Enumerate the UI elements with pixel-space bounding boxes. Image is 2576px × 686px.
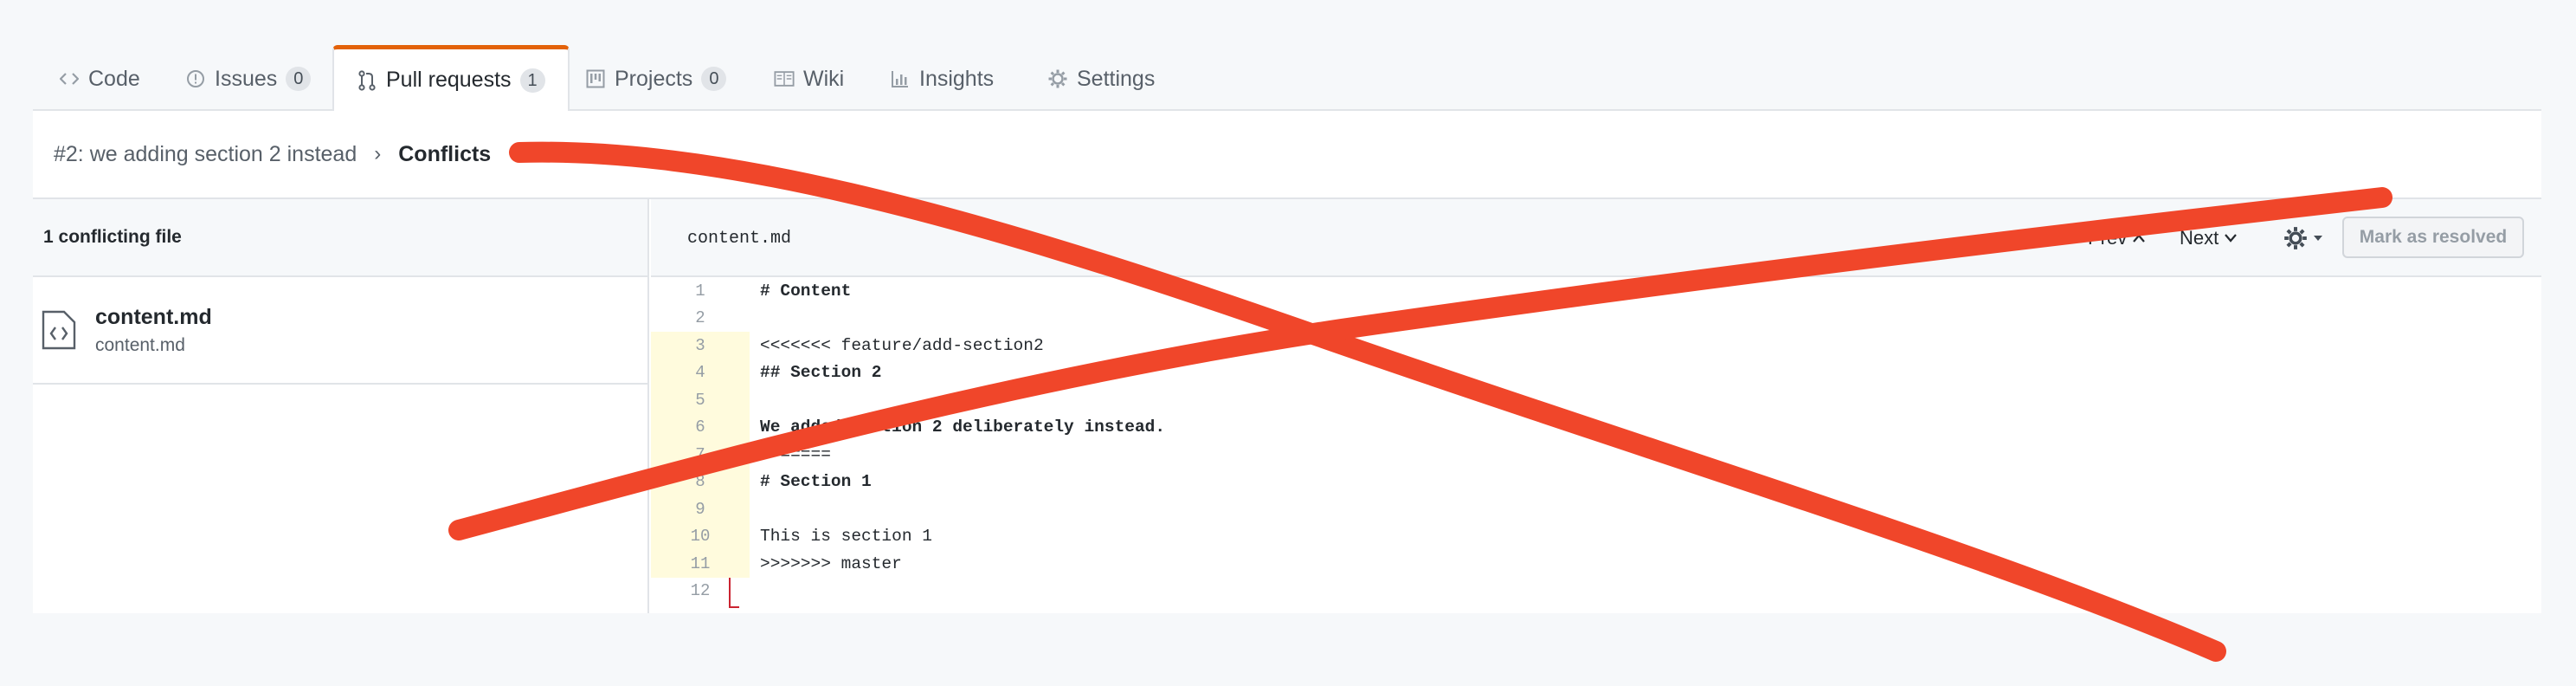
line-number: 12 xyxy=(690,581,711,601)
file-code-icon xyxy=(42,310,76,350)
conflicting-files-count: 1 conflicting file xyxy=(33,199,647,277)
line-number: 5 xyxy=(651,386,750,414)
line-number: 4 xyxy=(651,359,750,386)
code-line[interactable]: 9 xyxy=(651,495,2541,523)
tab-label: Wiki xyxy=(803,66,845,91)
code-line[interactable]: 4 ## Section 2 xyxy=(651,359,2541,386)
line-number: 8 xyxy=(651,468,750,495)
next-label: Next xyxy=(2180,227,2219,249)
next-conflict-button[interactable]: Next xyxy=(2180,199,2238,277)
gear-icon xyxy=(1047,68,1068,89)
line-number: 11 xyxy=(651,550,750,578)
line-number: 10 xyxy=(651,522,750,550)
list-item-conflict-file[interactable]: content.md content.md xyxy=(33,277,647,385)
code-line[interactable]: 8 # Section 1 xyxy=(651,468,2541,495)
file-name: content.md xyxy=(95,304,212,329)
caret-down-icon xyxy=(2314,236,2322,241)
tab-projects[interactable]: Projects 0 xyxy=(585,47,727,111)
line-number: 6 xyxy=(651,413,750,441)
tab-label: Settings xyxy=(1077,66,1156,91)
tab-issues[interactable]: Issues 0 xyxy=(185,47,312,111)
line-number: 2 xyxy=(695,308,705,328)
code-line[interactable]: 5 xyxy=(651,386,2541,414)
breadcrumb: #2: we adding section 2 instead › Confli… xyxy=(33,111,2541,199)
issues-counter: 0 xyxy=(286,67,312,91)
project-icon xyxy=(585,68,606,89)
tab-code[interactable]: Code xyxy=(59,47,140,111)
page-title: Conflicts xyxy=(398,141,492,166)
code-view[interactable]: 1 # Content 2 3 <<<<<<< feature/add-section2… xyxy=(651,277,2541,608)
line-number: 3 xyxy=(651,332,750,359)
file-path: content.md xyxy=(95,334,185,355)
code-icon xyxy=(59,68,80,89)
code-line[interactable]: 11 >>>>>>> master xyxy=(651,550,2541,578)
breadcrumb-separator-icon: › xyxy=(374,142,382,165)
line-text: <<<<<<< feature/add-section2 xyxy=(760,335,1044,355)
code-line[interactable]: 3 <<<<<<< feature/add-section2 xyxy=(651,332,2541,359)
mark-as-resolved-button[interactable]: Mark as resolved xyxy=(2342,217,2524,258)
line-text: ======= xyxy=(760,444,831,464)
conflict-editor: content.md Prev Next Mark as resolved 1 #… xyxy=(651,199,2541,613)
line-text: This is section 1 xyxy=(760,527,932,547)
code-line[interactable]: 6 We added section 2 deliberately instead… xyxy=(651,413,2541,441)
code-line[interactable]: 7 ======= xyxy=(651,441,2541,469)
pull-request-link[interactable]: #2: we adding section 2 instead xyxy=(54,142,357,167)
line-number: 1 xyxy=(695,281,705,301)
conflict-resolver-panel: #2: we adding section 2 instead › Confli… xyxy=(33,111,2541,613)
editor-settings-button[interactable] xyxy=(2283,199,2323,277)
chevron-down-icon xyxy=(2225,234,2238,243)
tab-pull-requests[interactable]: Pull requests 1 xyxy=(332,45,570,111)
line-number: 7 xyxy=(651,441,750,469)
editor-toolbar: content.md Prev Next Mark as resolved xyxy=(651,199,2541,277)
line-text: # Section 1 xyxy=(760,472,872,492)
prev-conflict-button[interactable]: Prev xyxy=(2088,199,2146,277)
code-line[interactable]: 10 This is section 1 xyxy=(651,522,2541,550)
tab-label: Issues xyxy=(215,66,278,91)
line-text: # Content xyxy=(760,281,852,301)
pull-request-icon xyxy=(357,69,377,91)
gear-icon xyxy=(2284,227,2307,249)
code-line[interactable]: 1 # Content xyxy=(651,277,2541,305)
projects-counter: 0 xyxy=(701,67,727,91)
editor-filename: content.md xyxy=(687,228,792,249)
conflict-file-sidebar: 1 conflicting file content.md content.md xyxy=(33,199,649,613)
code-line[interactable]: 12 xyxy=(651,578,2541,605)
line-text: ## Section 2 xyxy=(760,363,882,383)
tab-wiki[interactable]: Wiki xyxy=(774,47,844,111)
tab-label: Projects xyxy=(615,66,693,91)
issue-icon xyxy=(185,68,206,89)
book-icon xyxy=(774,68,795,89)
line-text: We added section 2 deliberately instead. xyxy=(760,417,1166,437)
file-info: content.md content.md xyxy=(95,305,212,356)
tab-settings[interactable]: Settings xyxy=(1047,47,1155,111)
tab-label: Pull requests xyxy=(386,68,512,92)
tab-label: Code xyxy=(88,66,140,91)
line-number: 9 xyxy=(651,495,750,523)
chevron-up-icon xyxy=(2133,234,2146,243)
pull-requests-counter: 1 xyxy=(519,68,545,93)
tab-insights[interactable]: Insights xyxy=(890,47,994,111)
repo-tab-nav: Code Issues 0 Pull requests 1 Projects 0… xyxy=(33,45,2541,111)
tab-label: Insights xyxy=(919,66,995,91)
prev-label: Prev xyxy=(2088,227,2128,249)
code-line[interactable]: 2 xyxy=(651,305,2541,333)
line-text: >>>>>>> master xyxy=(760,553,902,573)
graph-icon xyxy=(890,68,911,89)
